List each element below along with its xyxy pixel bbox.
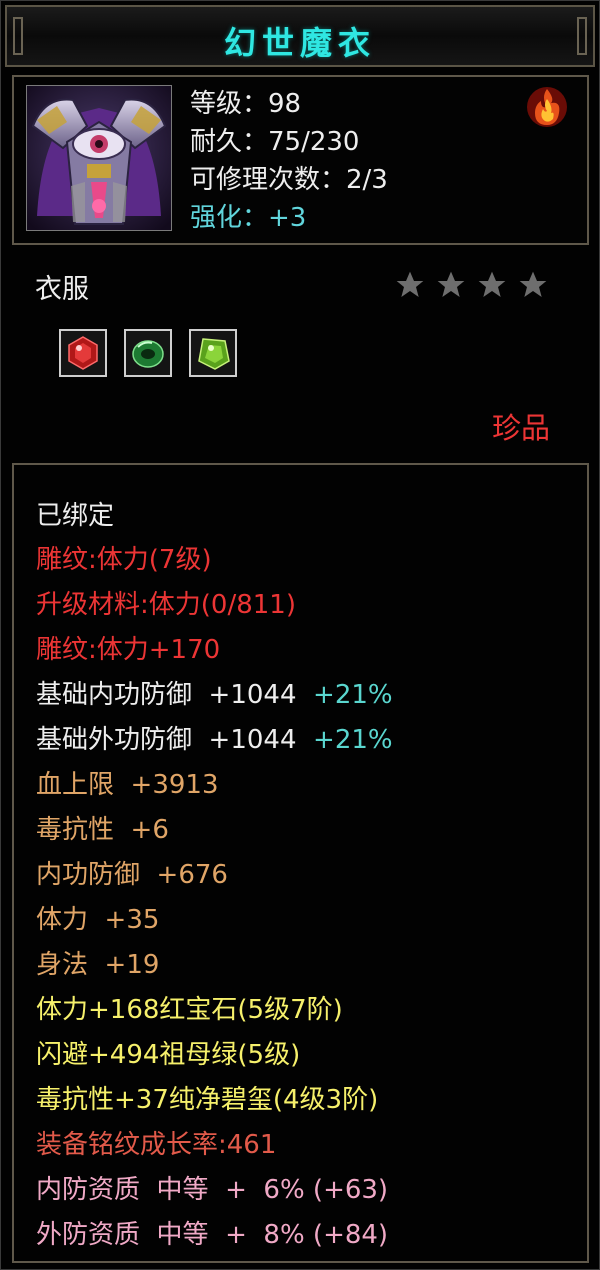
attr-label: 内功防御 [36, 860, 141, 890]
attr-label: 毒抗性 [36, 815, 115, 845]
attr-agility: 身法 +19 [36, 944, 159, 981]
attr-label: 基础内功防御 [36, 680, 193, 710]
item-portrait [26, 85, 172, 231]
item-enhance-level: 强化：+3 [190, 203, 307, 233]
gem-bonus-2: 闪避+494祖母绿(5级) [36, 1040, 301, 1070]
quality-value: + 6% (+63) [225, 1175, 389, 1205]
attr-value: +19 [104, 950, 160, 980]
growth-rate: 装备铭纹成长率:461 [36, 1130, 277, 1160]
attr-label: 血上限 [36, 770, 115, 800]
carving-bonus: 雕纹:体力+170 [36, 635, 221, 665]
outer-def-quality: 外防资质 中等 + 8% (+84) [36, 1214, 388, 1251]
attr-value: +1044 [208, 680, 297, 710]
star-icon [519, 271, 547, 297]
item-tooltip: 幻世魔衣 等级：98 耐久：75/230 可修理次数：2/3 强化：+3 衣服 … [0, 0, 600, 1270]
attr-stamina: 体力 +35 [36, 899, 159, 936]
attr-value: +1044 [208, 725, 297, 755]
star-icon [437, 271, 465, 297]
item-header: 等级：98 耐久：75/230 可修理次数：2/3 强化：+3 [12, 75, 589, 245]
attr-poison-res: 毒抗性 +6 [36, 809, 169, 846]
quality-label: 内防资质 [36, 1175, 141, 1205]
item-stats: 等级：98 耐久：75/230 可修理次数：2/3 强化：+3 [190, 85, 388, 237]
fire-element-icon [527, 87, 567, 127]
gem-bonus-3: 毒抗性+37纯净碧玺(4级3阶) [36, 1085, 379, 1115]
green-ring-gem-icon[interactable] [124, 329, 173, 377]
quality-value: + 8% (+84) [225, 1220, 389, 1250]
carving-level: 雕纹:体力(7级) [36, 545, 212, 575]
attr-base-outer-def: 基础外功防御 +1044 +21% [36, 719, 393, 756]
rarity-label: 珍品 [492, 411, 551, 445]
red-gem-icon[interactable] [59, 329, 107, 377]
upgrade-material: 升级材料:体力(0/811) [36, 590, 296, 620]
bound-status: 已绑定 [36, 501, 115, 531]
quality-grade: 中等 [156, 1175, 209, 1205]
gem-sockets [59, 329, 249, 379]
attr-base-inner-def: 基础内功防御 +1044 +21% [36, 674, 393, 711]
star-rating [394, 269, 553, 305]
attr-percent: +21% [313, 725, 393, 755]
gem-bonus-1: 体力+168红宝石(5级7阶) [36, 995, 343, 1025]
quality-label: 外防资质 [36, 1220, 141, 1250]
item-name: 幻世魔衣 [223, 24, 376, 62]
attr-percent: +21% [313, 680, 393, 710]
attr-value: +6 [130, 815, 169, 845]
robe-armor-icon [27, 86, 171, 230]
green-gem-icon[interactable] [189, 329, 238, 377]
attr-label: 身法 [36, 950, 89, 980]
attr-inner-def: 内功防御 +676 [36, 854, 228, 891]
quality-grade: 中等 [156, 1220, 209, 1250]
attr-hp-max: 血上限 +3913 [36, 764, 219, 801]
inner-def-quality: 内防资质 中等 + 6% (+63) [36, 1169, 388, 1206]
attr-value: +676 [156, 860, 228, 890]
item-repair-count: 可修理次数：2/3 [190, 165, 388, 195]
item-category: 衣服 [35, 274, 89, 305]
star-icon [396, 271, 424, 297]
item-level: 等级：98 [190, 89, 302, 119]
attr-label: 基础外功防御 [36, 725, 193, 755]
title-bar: 幻世魔衣 [5, 5, 595, 67]
attr-value: +35 [104, 905, 160, 935]
item-durability: 耐久：75/230 [190, 127, 360, 157]
star-icon [478, 271, 506, 297]
attr-label: 体力 [36, 905, 89, 935]
attr-value: +3913 [130, 770, 219, 800]
attributes-panel: 已绑定 雕纹:体力(7级) 升级材料:体力(0/811) 雕纹:体力+170 基… [12, 463, 589, 1263]
